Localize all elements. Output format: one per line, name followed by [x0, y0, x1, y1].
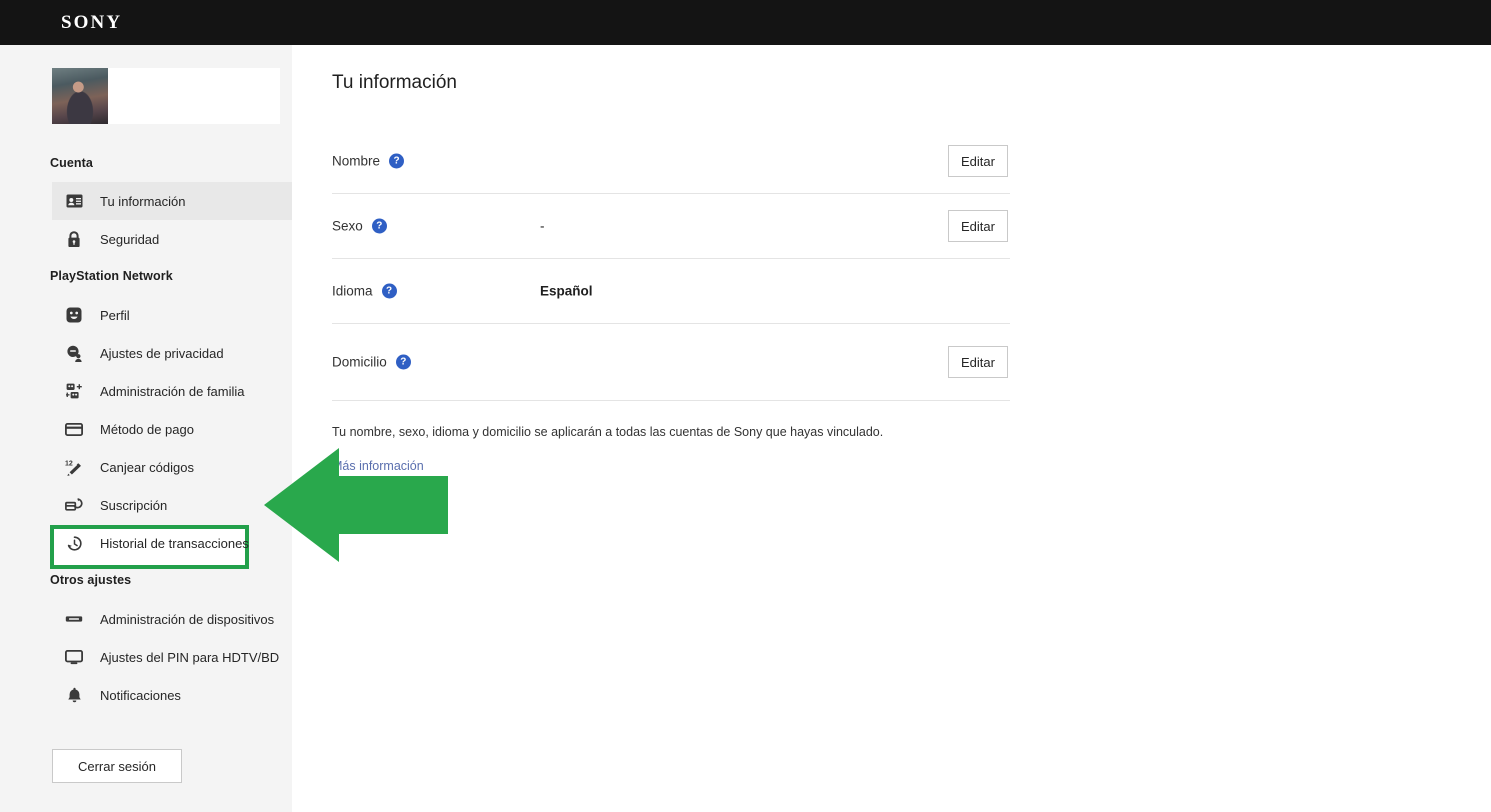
device-icon: [64, 609, 84, 629]
sidebar: Cuenta Tu información Seguridad PlayStat…: [0, 45, 292, 812]
table-row: Nombre ? Editar: [332, 129, 1010, 194]
sidebar-item-label: Historial de transacciones: [100, 535, 249, 551]
svg-text:12: 12: [65, 460, 73, 467]
smiley-face-icon: [64, 305, 84, 325]
edit-button-nombre[interactable]: Editar: [948, 145, 1008, 177]
sidebar-item-suscripcion[interactable]: Suscripción: [52, 486, 292, 524]
privacy-shield-person-icon: [64, 343, 84, 363]
bell-icon: [64, 685, 84, 705]
row-label-domicilio: Domicilio ?: [332, 354, 411, 370]
information-list: Nombre ? Editar Sexo ? - Editar Idioma ?…: [332, 129, 1010, 401]
row-label-text: Idioma: [332, 283, 373, 299]
sidebar-item-label: Perfil: [100, 307, 130, 323]
edit-button-domicilio[interactable]: Editar: [948, 346, 1008, 378]
row-label-idioma: Idioma ?: [332, 283, 397, 299]
main-content: Tu información Nombre ? Editar Sexo ? - …: [292, 45, 1491, 812]
row-value: Español: [540, 283, 593, 299]
history-clock-icon: [64, 533, 84, 553]
page-title: Tu información: [332, 72, 457, 93]
sidebar-item-label: Administración de dispositivos: [100, 611, 275, 627]
sidebar-item-label: Ajustes de privacidad: [100, 345, 224, 361]
table-row: Sexo ? - Editar: [332, 194, 1010, 259]
row-label-text: Domicilio: [332, 354, 387, 370]
sidebar-item-label: Administración de familia: [100, 383, 245, 399]
edit-button-sexo[interactable]: Editar: [948, 210, 1008, 242]
monitor-icon: [64, 647, 84, 667]
help-question-icon[interactable]: ?: [381, 283, 397, 299]
sidebar-item-notificaciones[interactable]: Notificaciones: [52, 676, 292, 714]
sidebar-item-label: Notificaciones: [100, 687, 181, 703]
subscription-refresh-icon: [64, 495, 84, 515]
profile-card[interactable]: [52, 68, 280, 124]
sidebar-item-label: Canjear códigos: [100, 459, 194, 475]
credit-card-icon: [64, 419, 84, 439]
row-label-text: Sexo: [332, 218, 363, 234]
sidebar-item-label: Método de pago: [100, 421, 194, 437]
help-question-icon[interactable]: ?: [389, 153, 405, 169]
sidebar-item-label: Ajustes del PIN para HDTV/BD: [100, 649, 280, 665]
sony-wordmark-logo[interactable]: SONY: [61, 12, 122, 34]
sidebar-item-ajustes-de-privacidad[interactable]: Ajustes de privacidad: [52, 334, 292, 372]
logout-button[interactable]: Cerrar sesión: [52, 749, 182, 783]
sidebar-item-perfil[interactable]: Perfil: [52, 296, 292, 334]
sidebar-item-administracion-de-familia[interactable]: Administración de familia: [52, 372, 292, 410]
lock-icon: [64, 229, 84, 249]
family-group-icon: [64, 381, 84, 401]
sidebar-heading-cuenta: Cuenta: [50, 156, 93, 170]
profile-display-name: [108, 68, 280, 124]
sidebar-item-label: Suscripción: [100, 497, 168, 513]
sidebar-item-tu-informacion[interactable]: Tu información: [52, 182, 292, 220]
row-value: -: [540, 218, 545, 234]
top-header-bar: SONY: [0, 0, 1491, 45]
sidebar-item-metodo-de-pago[interactable]: Método de pago: [52, 410, 292, 448]
sidebar-item-administracion-de-dispositivos[interactable]: Administración de dispositivos: [52, 600, 292, 638]
sidebar-item-seguridad[interactable]: Seguridad: [52, 220, 292, 258]
sidebar-item-ajustes-del-pin-para-hdtv-bd[interactable]: Ajustes del PIN para HDTV/BD: [52, 638, 292, 676]
id-card-icon: [64, 191, 84, 211]
sidebar-item-label: Tu información: [100, 193, 186, 209]
sidebar-heading-playstation-network: PlayStation Network: [50, 269, 173, 283]
more-information-link[interactable]: Más información: [332, 459, 424, 473]
sidebar-heading-otros-ajustes: Otros ajustes: [50, 573, 132, 587]
help-question-icon[interactable]: ?: [395, 354, 411, 370]
row-label-sexo: Sexo ?: [332, 218, 387, 234]
table-row: Domicilio ? Editar: [332, 324, 1010, 401]
sidebar-item-canjear-codigos[interactable]: 12 Canjear códigos: [52, 448, 292, 486]
sidebar-item-label: Seguridad: [100, 231, 160, 247]
redeem-code-icon: 12: [64, 457, 84, 477]
footnote-text: Tu nombre, sexo, idioma y domicilio se a…: [332, 425, 884, 439]
table-row: Idioma ? Español: [332, 259, 1010, 324]
row-label-nombre: Nombre ?: [332, 153, 405, 169]
sidebar-item-historial-de-transacciones[interactable]: Historial de transacciones: [52, 524, 292, 562]
user-avatar-photo[interactable]: [52, 68, 108, 124]
row-label-text: Nombre: [332, 153, 381, 169]
help-question-icon[interactable]: ?: [371, 218, 387, 234]
